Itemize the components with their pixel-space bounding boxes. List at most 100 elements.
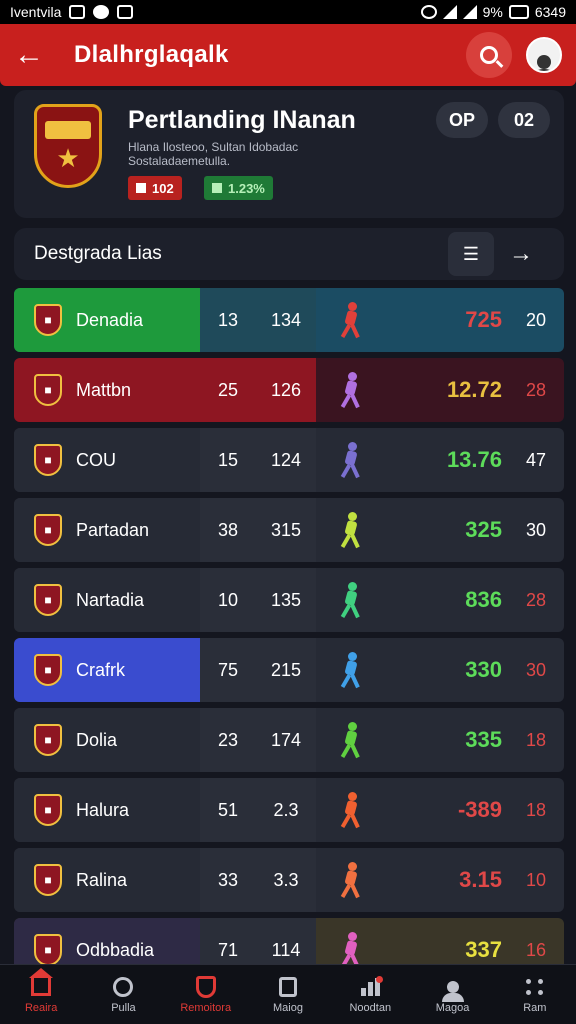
table-row[interactable]: ■ Nartadia 10 135 836 28 <box>14 568 564 632</box>
stat-played: 75 <box>217 659 239 680</box>
team-badge-icon: ■ <box>34 514 62 546</box>
stat-chip-green: 1.23% <box>204 176 273 200</box>
team-name: Halura <box>76 799 130 820</box>
stats-cell: 23 174 <box>200 708 316 772</box>
team-name: Odbbadia <box>76 939 155 960</box>
table-row[interactable]: ■ Mattbn 25 126 12.72 28 <box>14 358 564 422</box>
stat-points: 2.3 <box>273 799 299 820</box>
team-crest-logo: ★ <box>34 104 102 188</box>
stats-cell: 10 135 <box>200 568 316 632</box>
team-badge-icon: ■ <box>34 304 62 336</box>
last-value: 28 <box>525 589 547 610</box>
stat-played: 71 <box>217 939 239 960</box>
match-card: ★ Pertlanding INanan Hlana Ilosteoo, Sul… <box>14 90 564 218</box>
player-cell <box>316 708 386 772</box>
table-row[interactable]: ■ Crafrk 75 215 330 30 <box>14 638 564 702</box>
carrier-label: Iventvila <box>10 4 62 20</box>
score-value: 337 <box>465 937 502 962</box>
stats-cell: 33 3.3 <box>200 848 316 912</box>
toggle-pill-right[interactable]: 02 <box>498 102 550 138</box>
runner-icon <box>336 650 366 690</box>
team-badge-icon: ■ <box>34 584 62 616</box>
signal-icon <box>462 5 477 19</box>
home-icon <box>29 967 54 998</box>
player-cell <box>316 638 386 702</box>
stat-played: 15 <box>217 449 239 470</box>
table-row[interactable]: ■ Dolia 23 174 335 18 <box>14 708 564 772</box>
nav-label: Reaira <box>24 1001 58 1014</box>
stat-played: 38 <box>217 519 239 540</box>
player-cell <box>316 498 386 562</box>
nav-label: Pulla <box>111 1001 136 1014</box>
section-header: Destgrada Lias ☰ → <box>14 228 564 280</box>
team-cell: ■ Ralina <box>14 848 200 912</box>
team-cell: ■ Partadan <box>14 498 200 562</box>
team-cell: ■ Dolia <box>14 708 200 772</box>
team-cell: ■ Crafrk <box>14 638 200 702</box>
nav-item-ram[interactable]: Ram <box>494 965 576 1024</box>
last-value: 28 <box>525 379 547 400</box>
table-row[interactable]: ■ Ralina 33 3.3 3.15 10 <box>14 848 564 912</box>
table-row[interactable]: ■ Halura 51 2.3 -389 18 <box>14 778 564 842</box>
score-value: 13.76 <box>446 447 502 472</box>
stat-points: 134 <box>270 309 302 330</box>
app-bar: ← Dlalhrglaqalk <box>0 24 576 86</box>
nav-item-reaira[interactable]: Reaira <box>0 965 82 1024</box>
nav-label: Maiog <box>273 1001 303 1014</box>
team-badge-icon: ■ <box>34 794 62 826</box>
clock: 6349 <box>534 4 566 20</box>
forward-arrow-icon[interactable]: → <box>498 232 544 276</box>
filter-button[interactable]: ☰ <box>448 232 494 276</box>
stat-points: 215 <box>270 659 302 680</box>
team-cell: ■ Halura <box>14 778 200 842</box>
score-value: 330 <box>465 657 502 682</box>
stats-cell: 75 215 <box>200 638 316 702</box>
nav-item-magoa[interactable]: Magoa <box>411 965 493 1024</box>
app-title: Dlalhrglaqalk <box>74 41 229 68</box>
stats-cell: 25 126 <box>200 358 316 422</box>
player-cell <box>316 778 386 842</box>
nav-item-maiog[interactable]: Maiog <box>247 965 329 1024</box>
team-name: COU <box>76 449 116 470</box>
table-row[interactable]: ■ Partadan 38 315 325 30 <box>14 498 564 562</box>
square-icon <box>136 183 146 193</box>
stat-points: 3.3 <box>273 869 299 890</box>
score-value: 335 <box>465 727 502 752</box>
notification-icon <box>69 5 86 19</box>
score-value: 836 <box>465 587 502 612</box>
table-row[interactable]: ■ COU 15 124 13.76 47 <box>14 428 564 492</box>
nav-item-pulla[interactable]: Pulla <box>82 965 164 1024</box>
score-value: 3.15 <box>459 867 502 892</box>
shield-icon <box>194 975 218 998</box>
team-name: Nartadia <box>76 589 145 610</box>
team-cell: ■ Denadia <box>14 288 200 352</box>
team-badge-icon: ■ <box>34 444 62 476</box>
image-icon <box>117 5 134 19</box>
team-badge-icon: ■ <box>34 724 62 756</box>
section-title: Destgrada Lias <box>34 243 162 264</box>
score-value: 325 <box>465 517 502 542</box>
runner-icon <box>336 510 366 550</box>
player-cell <box>316 288 386 352</box>
match-subtitle-2: Sostaladaemetulla. <box>128 154 231 168</box>
team-name: Denadia <box>76 309 144 330</box>
stat-played: 23 <box>217 729 239 750</box>
grid-icon <box>523 976 547 998</box>
search-button[interactable] <box>466 32 512 78</box>
stat-points: 315 <box>270 519 302 540</box>
runner-icon <box>336 580 366 620</box>
runner-icon <box>336 440 366 480</box>
runner-icon <box>336 720 366 760</box>
stat-points: 126 <box>270 379 302 400</box>
toggle-pill-left[interactable]: OP <box>436 102 488 138</box>
team-name: Dolia <box>76 729 118 750</box>
stat-played: 10 <box>217 589 239 610</box>
nav-item-remoitora[interactable]: Remoitora <box>165 965 247 1024</box>
back-arrow-icon[interactable]: ← <box>14 38 54 72</box>
runner-icon <box>336 370 366 410</box>
stat-points: 174 <box>270 729 302 750</box>
table-row[interactable]: ■ Denadia 13 134 725 20 <box>14 288 564 352</box>
nav-item-noodtan[interactable]: Noodtan <box>329 965 411 1024</box>
avatar[interactable] <box>526 37 562 73</box>
match-title: Pertlanding INanan <box>128 106 356 134</box>
